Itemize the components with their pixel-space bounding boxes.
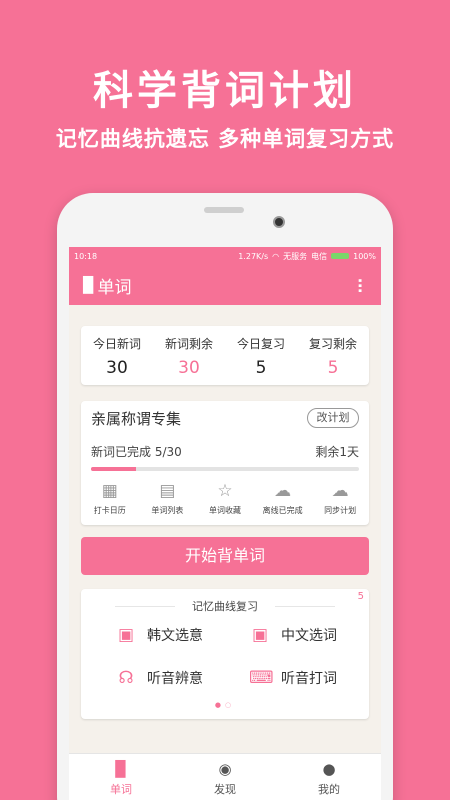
status-carrier: 电信 [311,251,328,261]
page-dot-active[interactable]: ● [215,701,225,709]
mode-korean-to-meaning[interactable]: ▣ 韩文选意 [115,625,203,645]
stat-review-today: 今日复习 5 [225,326,297,385]
compass-icon: ◉ [218,760,232,778]
status-speed: 1.27K/s [238,251,269,261]
mode-listen-meaning[interactable]: ☊ 听音辨意 [115,668,203,688]
mode-label: 听音辨意 [147,671,203,687]
plan-progress-bar [91,467,359,471]
stat-value: 30 [178,358,200,378]
stat-label: 今日新词 [92,337,141,351]
phone-speaker [204,207,244,213]
mode-label: 中文选词 [281,628,337,644]
headphones-icon: ☊ [118,668,134,688]
tab-discover[interactable]: ◉ 发现 [173,754,277,800]
tab-label: 单词 [110,783,132,796]
review-card: 记忆曲线复习 5 ▣ 韩文选意 ▣ 中文选词 ☊ 听音辨意 ⌨ 听音打词 ●○ [81,589,369,719]
plan-remaining: 剩余1天 [315,445,359,459]
card-list-icon: ▣ [251,625,269,645]
status-battery: 100% [353,251,376,261]
wifi-icon: ◠ [272,251,280,261]
phone-camera [273,216,285,228]
page-indicator: ●○ [81,701,369,709]
calendar-icon: ▦ [101,481,118,501]
app-screen: 10:18 1.27K/s ◠ 无服务 电信 100% ▉ 单词 ⋯ 今日新词 … [69,247,381,800]
tab-profile[interactable]: ● 我的 [277,754,381,800]
stat-new-remaining: 新词剩余 30 [153,326,225,385]
app-bar: ▉ 单词 ⋯ [69,265,381,305]
action-checkin-calendar[interactable]: ▦ 打卡日历 [81,481,139,516]
stat-review-remaining: 复习剩余 5 [297,326,369,385]
book-icon: ▉ [115,760,127,778]
mode-label: 听音打词 [281,671,337,687]
keyboard-icon: ⌨ [249,668,274,688]
mode-label: 韩文选意 [147,628,203,644]
tab-words[interactable]: ▉ 单词 [69,754,173,800]
review-count-badge: 5 [357,591,364,602]
action-label: 单词收藏 [208,506,241,515]
tab-label: 我的 [318,783,340,796]
change-plan-button[interactable]: 改计划 [307,408,359,428]
divider [275,606,335,607]
cloud-download-icon: ☁ [274,481,292,501]
mode-listen-type[interactable]: ⌨ 听音打词 [249,668,337,688]
stat-value: 5 [255,358,267,378]
battery-icon [331,253,350,259]
action-sync[interactable]: ☁ 同步计划 [311,481,369,516]
action-favorites[interactable]: ☆ 单词收藏 [196,481,254,516]
plan-actions: ▦ 打卡日历 ▤ 单词列表 ☆ 单词收藏 ☁ 离线已完成 ☁ 同步计划 [81,481,369,516]
tab-label: 发现 [214,783,236,796]
plan-title: 亲属称谓专集 [91,410,182,428]
plan-card: 亲属称谓专集 改计划 新词已完成 5/30 剩余1天 ▦ 打卡日历 ▤ 单词列表… [81,401,369,525]
stat-label: 新词剩余 [164,337,213,351]
plan-progress-fill [91,467,136,471]
action-label: 离线已完成 [262,506,303,515]
action-word-list[interactable]: ▤ 单词列表 [139,481,197,516]
stats-card: 今日新词 30 新词剩余 30 今日复习 5 复习剩余 5 [81,326,369,385]
book-icon: ▉ [83,276,95,294]
page-dot[interactable]: ○ [225,701,235,709]
document-icon: ▤ [159,481,176,501]
status-bar: 10:18 1.27K/s ◠ 无服务 电信 100% [69,247,381,265]
more-vertical-icon[interactable]: ⋯ [351,278,369,293]
stat-label: 复习剩余 [308,337,357,351]
person-icon: ● [322,760,336,778]
action-offline[interactable]: ☁ 离线已完成 [254,481,312,516]
promo-title: 科学背词计划 [93,68,357,114]
stat-new-today: 今日新词 30 [81,326,153,385]
card-list-icon: ▣ [117,625,135,645]
action-label: 同步计划 [324,506,357,515]
stat-value: 30 [106,358,128,378]
stat-label: 今日复习 [236,337,285,351]
promo-subtitle: 记忆曲线抗遗忘 多种单词复习方式 [55,127,395,151]
bottom-tab-bar: ▉ 单词 ◉ 发现 ● 我的 [69,753,381,800]
stat-value: 5 [327,358,339,378]
app-title: 单词 [97,277,132,298]
action-label: 单词列表 [151,506,184,515]
start-learning-button[interactable]: 开始背单词 [81,537,369,575]
cloud-upload-icon: ☁ [331,481,349,501]
plan-progress-label: 新词已完成 5/30 [91,445,182,459]
status-service: 无服务 [283,251,308,261]
mode-chinese-to-word[interactable]: ▣ 中文选词 [249,625,337,645]
status-time: 10:18 [74,251,98,261]
star-icon: ☆ [217,481,233,501]
action-label: 打卡日历 [93,506,126,515]
